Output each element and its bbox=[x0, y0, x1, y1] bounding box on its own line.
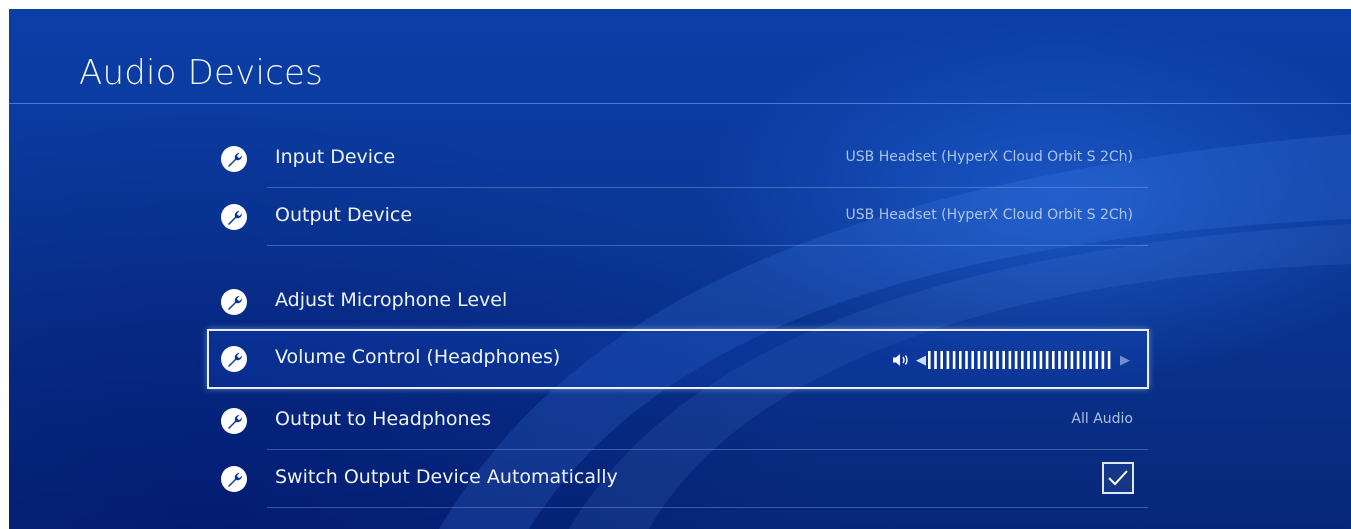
volume-bar bbox=[1089, 351, 1092, 369]
setting-value: USB Headset (HyperX Cloud Orbit S 2Ch) bbox=[845, 149, 1134, 165]
wrench-icon bbox=[221, 346, 247, 372]
setting-adjust-microphone-level[interactable]: Adjust Microphone Level bbox=[209, 273, 1148, 331]
volume-bar bbox=[990, 351, 993, 369]
setting-label: Output Device bbox=[275, 204, 413, 226]
volume-bar bbox=[1058, 351, 1061, 369]
volume-bar bbox=[1027, 351, 1030, 369]
volume-bar bbox=[940, 351, 943, 369]
checkmark-icon bbox=[1108, 470, 1128, 486]
volume-bar bbox=[1052, 351, 1055, 369]
volume-bar bbox=[1008, 351, 1012, 369]
setting-volume-control-headphones[interactable]: Volume Control (Headphones) ◀ ▶ bbox=[207, 329, 1149, 389]
volume-bar bbox=[952, 351, 956, 369]
wrench-icon bbox=[221, 146, 247, 172]
volume-bar bbox=[1083, 351, 1086, 369]
volume-bar bbox=[1095, 351, 1098, 369]
speaker-icon bbox=[893, 354, 908, 366]
setting-input-device[interactable]: Input Device USB Headset (HyperX Cloud O… bbox=[209, 130, 1148, 188]
wrench-icon bbox=[221, 289, 247, 315]
volume-bar bbox=[959, 351, 962, 369]
volume-bar bbox=[1033, 351, 1036, 369]
volume-level-bars bbox=[928, 351, 1111, 369]
volume-bar bbox=[1021, 351, 1024, 369]
volume-bar bbox=[1045, 351, 1049, 369]
setting-label: Output to Headphones bbox=[275, 408, 492, 430]
increase-arrow-icon[interactable]: ▶ bbox=[1120, 353, 1130, 367]
volume-bar bbox=[1039, 351, 1043, 369]
decrease-arrow-icon[interactable]: ◀ bbox=[916, 353, 926, 367]
volume-bar bbox=[1101, 351, 1105, 369]
audio-devices-screen: Audio Devices Input Device USB Headset (… bbox=[9, 9, 1351, 529]
setting-value: All Audio bbox=[1071, 411, 1133, 427]
title-divider bbox=[9, 103, 1351, 104]
setting-label: Switch Output Device Automatically bbox=[275, 466, 618, 488]
volume-bar bbox=[1002, 351, 1005, 369]
page-title: Audio Devices bbox=[79, 53, 324, 93]
volume-bar bbox=[1076, 351, 1080, 369]
wrench-icon bbox=[221, 466, 247, 492]
auto-switch-checkbox[interactable] bbox=[1102, 462, 1134, 494]
volume-bar bbox=[983, 351, 987, 369]
volume-bar bbox=[946, 351, 950, 369]
wrench-icon bbox=[221, 204, 247, 230]
row-divider bbox=[267, 245, 1148, 246]
setting-value: USB Headset (HyperX Cloud Orbit S 2Ch) bbox=[845, 207, 1134, 223]
row-divider bbox=[267, 507, 1148, 508]
setting-label: Adjust Microphone Level bbox=[275, 289, 508, 311]
volume-bar bbox=[1070, 351, 1074, 369]
setting-switch-output-device-automatically[interactable]: Switch Output Device Automatically bbox=[209, 450, 1148, 508]
volume-bar bbox=[928, 351, 931, 369]
setting-output-to-headphones[interactable]: Output to Headphones All Audio bbox=[209, 392, 1148, 450]
volume-slider[interactable]: ◀ ▶ bbox=[892, 350, 1132, 370]
volume-bar bbox=[965, 351, 968, 369]
volume-bar bbox=[934, 351, 937, 369]
volume-bar bbox=[971, 351, 974, 369]
setting-label: Volume Control (Headphones) bbox=[275, 346, 561, 368]
volume-bar bbox=[1014, 351, 1018, 369]
setting-output-device[interactable]: Output Device USB Headset (HyperX Cloud … bbox=[209, 188, 1148, 246]
setting-label: Input Device bbox=[275, 146, 396, 168]
volume-bar bbox=[996, 351, 999, 369]
wrench-icon bbox=[221, 408, 247, 434]
volume-bar bbox=[1064, 351, 1067, 369]
volume-bar bbox=[1107, 351, 1111, 369]
volume-bar bbox=[977, 351, 981, 369]
